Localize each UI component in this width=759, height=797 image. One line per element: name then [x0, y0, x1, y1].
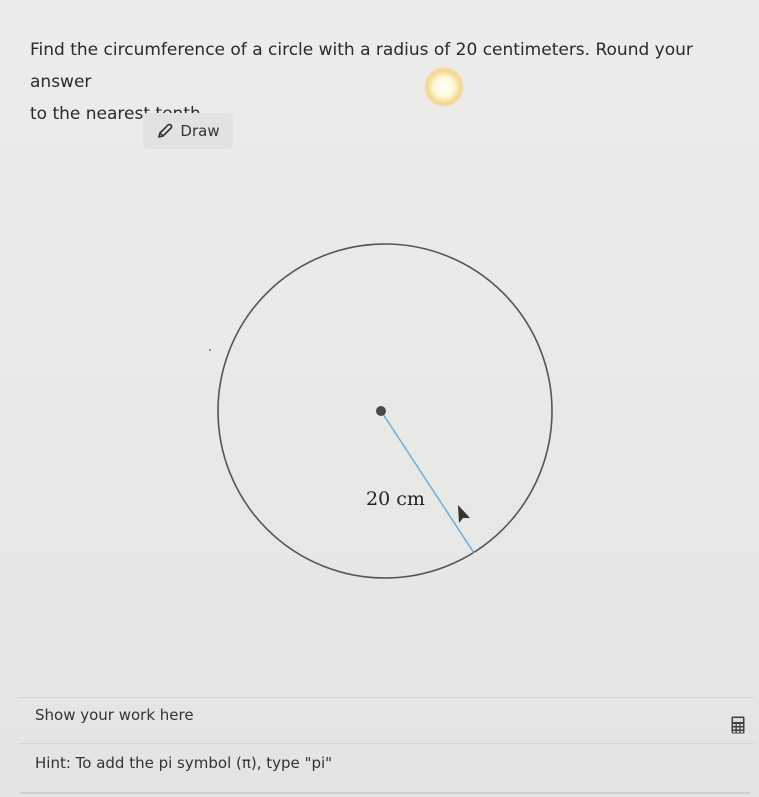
- divider: [18, 743, 754, 744]
- draw-label: Draw: [180, 122, 220, 140]
- question-line-1: Find the circumference of a circle with …: [30, 40, 693, 92]
- divider: [18, 697, 754, 698]
- radius-label: 20 cm: [366, 488, 425, 510]
- question-line-2: to the nearest tenth.: [30, 104, 207, 124]
- show-work-prompt: Show your work here: [35, 706, 194, 724]
- draw-button[interactable]: Draw: [143, 113, 233, 149]
- center-point: [376, 406, 386, 416]
- page: Find the circumference of a circle with …: [0, 0, 759, 797]
- stray-dot: [209, 349, 211, 351]
- screen-glare: [424, 67, 464, 107]
- circle-diagram: 20 cm: [209, 243, 553, 579]
- calculator-icon[interactable]: [731, 716, 745, 734]
- radius-line: [380, 410, 475, 554]
- hint-text: Hint: To add the pi symbol (π), type "pi…: [35, 754, 333, 772]
- mouse-cursor-icon: [458, 505, 470, 523]
- work-input-area[interactable]: [20, 792, 750, 794]
- question-text: Find the circumference of a circle with …: [30, 34, 745, 130]
- pencil-icon: [156, 122, 174, 140]
